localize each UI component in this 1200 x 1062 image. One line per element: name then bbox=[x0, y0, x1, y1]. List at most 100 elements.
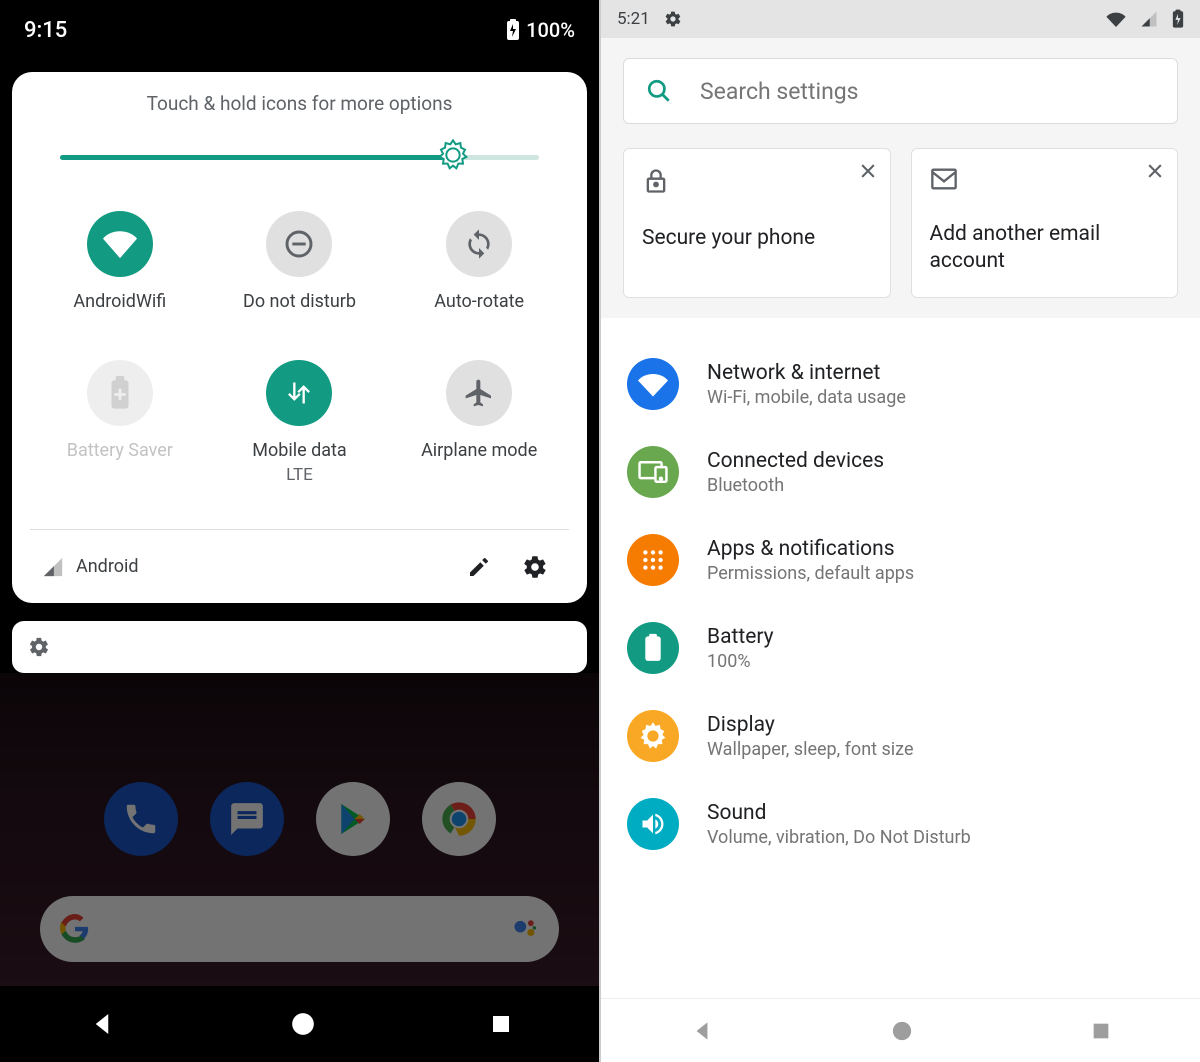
setting-text: Battery 100% bbox=[707, 625, 774, 672]
qs-tile-wifi[interactable]: AndroidWifi bbox=[30, 211, 210, 312]
qs-tile-label: Airplane mode bbox=[421, 440, 537, 461]
qs-tile-label: Do not disturb bbox=[243, 291, 356, 312]
home-screen-background bbox=[0, 673, 599, 986]
back-icon bbox=[689, 1018, 715, 1044]
status-bar: 9:15 100% bbox=[0, 0, 599, 60]
setting-sound[interactable]: Sound Volume, vibration, Do Not Disturb bbox=[601, 780, 1200, 868]
airplane-icon bbox=[446, 360, 512, 426]
card-add-email[interactable]: Add another email account bbox=[911, 148, 1179, 298]
auto-rotate-icon bbox=[446, 211, 512, 277]
setting-subtitle: Wallpaper, sleep, font size bbox=[707, 739, 914, 760]
close-icon bbox=[1145, 161, 1165, 181]
nav-bar bbox=[0, 986, 599, 1062]
pencil-icon bbox=[467, 555, 491, 579]
setting-subtitle: Wi-Fi, mobile, data usage bbox=[707, 387, 906, 408]
setting-title: Sound bbox=[707, 801, 971, 825]
battery-icon bbox=[627, 622, 679, 674]
qs-tile-label: Auto-rotate bbox=[434, 291, 524, 312]
setting-title: Battery bbox=[707, 625, 774, 649]
suggestion-cards: Secure your phone Add another email acco… bbox=[623, 148, 1178, 298]
devices-icon bbox=[627, 446, 679, 498]
setting-subtitle: 100% bbox=[707, 651, 774, 672]
notification-entry[interactable] bbox=[12, 621, 587, 673]
setting-subtitle: Permissions, default apps bbox=[707, 563, 914, 584]
wifi-icon bbox=[87, 211, 153, 277]
qs-tile-label: Mobile data bbox=[252, 440, 346, 461]
battery-saver-icon bbox=[87, 360, 153, 426]
nav-bar bbox=[601, 998, 1200, 1062]
qs-tile-label: AndroidWifi bbox=[73, 291, 166, 312]
wifi-icon bbox=[1106, 11, 1126, 27]
setting-apps[interactable]: Apps & notifications Permissions, defaul… bbox=[601, 516, 1200, 604]
setting-text: Sound Volume, vibration, Do Not Disturb bbox=[707, 801, 971, 848]
card-title: Secure your phone bbox=[642, 225, 872, 252]
qs-tile-mobile-data[interactable]: Mobile data LTE bbox=[210, 360, 390, 485]
setting-connected-devices[interactable]: Connected devices Bluetooth bbox=[601, 428, 1200, 516]
status-time: 5:21 bbox=[617, 9, 650, 29]
gear-icon bbox=[522, 554, 548, 580]
setting-text: Connected devices Bluetooth bbox=[707, 449, 884, 496]
signal-icon bbox=[1140, 10, 1158, 28]
battery-charging-icon bbox=[1172, 9, 1184, 29]
settings-header-area: Search settings Secure your phone Ad bbox=[601, 38, 1200, 318]
recents-icon bbox=[1090, 1020, 1112, 1042]
search-icon bbox=[646, 78, 672, 104]
setting-battery[interactable]: Battery 100% bbox=[601, 604, 1200, 692]
setting-title: Apps & notifications bbox=[707, 537, 914, 561]
search-placeholder: Search settings bbox=[700, 78, 859, 105]
setting-title: Network & internet bbox=[707, 361, 906, 385]
close-button[interactable] bbox=[1145, 161, 1165, 181]
qs-tile-dnd[interactable]: Do not disturb bbox=[210, 211, 390, 312]
close-button[interactable] bbox=[858, 161, 878, 181]
setting-subtitle: Bluetooth bbox=[707, 475, 884, 496]
setting-text: Apps & notifications Permissions, defaul… bbox=[707, 537, 914, 584]
nav-home-button[interactable] bbox=[290, 1011, 316, 1037]
edit-button[interactable] bbox=[457, 545, 501, 589]
search-settings-input[interactable]: Search settings bbox=[623, 58, 1178, 124]
mobile-data-icon bbox=[266, 360, 332, 426]
close-icon bbox=[858, 161, 878, 181]
qs-tile-sublabel: LTE bbox=[286, 465, 313, 485]
qs-tile-auto-rotate[interactable]: Auto-rotate bbox=[389, 211, 569, 312]
setting-title: Connected devices bbox=[707, 449, 884, 473]
lock-icon bbox=[642, 167, 872, 195]
qs-footer: Android bbox=[30, 529, 569, 603]
quick-settings-panel: Touch & hold icons for more options Andr… bbox=[12, 72, 587, 603]
nav-home-button[interactable] bbox=[891, 1020, 913, 1042]
nav-back-button[interactable] bbox=[87, 1009, 117, 1039]
apps-icon bbox=[627, 534, 679, 586]
qs-tile-label: Battery Saver bbox=[67, 440, 173, 461]
nav-recents-button[interactable] bbox=[489, 1012, 513, 1036]
signal-icon bbox=[42, 556, 64, 578]
nav-recents-button[interactable] bbox=[1090, 1020, 1112, 1042]
carrier-label: Android bbox=[76, 556, 445, 577]
qs-hint-text: Touch & hold icons for more options bbox=[30, 92, 569, 115]
mail-icon bbox=[930, 167, 1160, 191]
setting-text: Display Wallpaper, sleep, font size bbox=[707, 713, 914, 760]
recents-icon bbox=[489, 1012, 513, 1036]
setting-title: Display bbox=[707, 713, 914, 737]
status-bar: 5:21 bbox=[601, 0, 1200, 38]
status-right: 100% bbox=[506, 18, 575, 42]
setting-network[interactable]: Network & internet Wi-Fi, mobile, data u… bbox=[601, 340, 1200, 428]
qs-tile-airplane[interactable]: Airplane mode bbox=[389, 360, 569, 485]
card-secure-phone[interactable]: Secure your phone bbox=[623, 148, 891, 298]
gear-icon bbox=[28, 636, 50, 658]
brightness-thumb[interactable] bbox=[437, 139, 469, 171]
phone-settings: 5:21 Search settings Secure your phone bbox=[601, 0, 1200, 1062]
settings-button[interactable] bbox=[513, 545, 557, 589]
wifi-icon bbox=[627, 358, 679, 410]
setting-display[interactable]: Display Wallpaper, sleep, font size bbox=[601, 692, 1200, 780]
brightness-fill bbox=[60, 155, 453, 160]
qs-tile-battery-saver[interactable]: Battery Saver bbox=[30, 360, 210, 485]
battery-charging-icon bbox=[506, 19, 520, 41]
qs-tiles-grid: AndroidWifi Do not disturb Auto-rotate bbox=[30, 211, 569, 529]
back-icon bbox=[87, 1009, 117, 1039]
phone-quick-settings: 9:15 100% Touch & hold icons for more op… bbox=[0, 0, 599, 1062]
sound-icon bbox=[627, 798, 679, 850]
status-time: 9:15 bbox=[24, 18, 67, 43]
brightness-slider[interactable] bbox=[60, 143, 539, 173]
nav-back-button[interactable] bbox=[689, 1018, 715, 1044]
gear-icon bbox=[664, 10, 682, 28]
dnd-icon bbox=[266, 211, 332, 277]
